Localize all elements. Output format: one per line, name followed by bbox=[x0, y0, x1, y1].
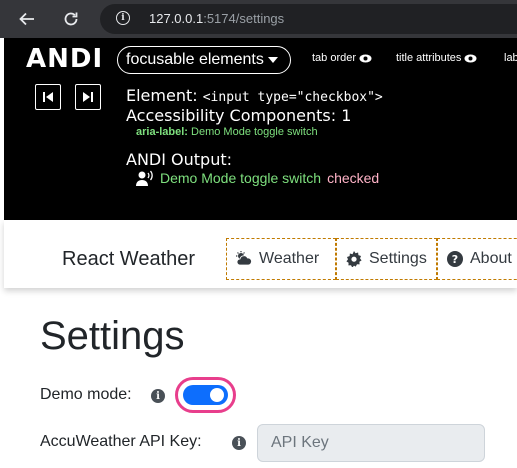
nav-settings-link[interactable]: Settings bbox=[336, 238, 437, 280]
eye-icon bbox=[464, 54, 477, 62]
back-arrow-icon[interactable] bbox=[13, 5, 41, 33]
caret-down-icon bbox=[267, 57, 278, 63]
eye-icon bbox=[359, 54, 372, 62]
skip-back-icon bbox=[43, 92, 53, 102]
nav-settings-label: Settings bbox=[369, 250, 427, 267]
module-select-label: focusable elements bbox=[126, 51, 264, 68]
title-attributes-label: title attributes bbox=[396, 52, 462, 64]
element-info: Element: <input type="checkbox"> bbox=[126, 86, 383, 105]
question-circle-icon: ? bbox=[447, 251, 463, 267]
title-attributes-toggle[interactable]: title attributes bbox=[396, 52, 477, 64]
app-brand[interactable]: React Weather bbox=[62, 248, 195, 271]
element-value: <input type="checkbox"> bbox=[202, 90, 383, 105]
skip-forward-icon bbox=[83, 92, 93, 102]
cloud-sun-icon bbox=[236, 251, 252, 266]
tab-order-toggle[interactable]: tab order bbox=[312, 52, 372, 64]
api-key-label: AccuWeather API Key: bbox=[40, 433, 202, 450]
page-title: Settings bbox=[40, 314, 185, 358]
next-element-button[interactable] bbox=[75, 84, 101, 110]
demo-mode-label: Demo mode: bbox=[40, 386, 132, 403]
aria-label-value: Demo Mode toggle switch bbox=[191, 126, 318, 138]
andi-panel: ANDI focusable elements tab order title … bbox=[4, 38, 517, 220]
toggle-knob bbox=[210, 388, 224, 402]
tab-order-label: tab order bbox=[312, 52, 357, 64]
gear-icon bbox=[346, 251, 362, 267]
element-label: Element: bbox=[126, 86, 198, 105]
toggle-track bbox=[183, 385, 228, 405]
info-icon[interactable]: i bbox=[151, 389, 165, 403]
labels-toggle-label: lab bbox=[504, 52, 517, 64]
url-text: 127.0.0.1:5174/settings bbox=[149, 11, 284, 26]
info-icon[interactable]: i bbox=[232, 436, 246, 450]
nav-weather-link[interactable]: Weather bbox=[226, 238, 336, 280]
nav-about-link[interactable]: ? About bbox=[437, 238, 517, 280]
andi-logo: ANDI bbox=[26, 44, 104, 74]
address-bar[interactable]: i 127.0.0.1:5174/settings bbox=[100, 4, 517, 34]
aria-label-key: aria-label: bbox=[136, 126, 188, 138]
andi-output: Demo Mode toggle switch checked bbox=[136, 170, 379, 186]
app-navbar: React Weather Weather Settings ? About bbox=[4, 220, 517, 288]
nav-about-label: About bbox=[470, 250, 512, 267]
reload-icon[interactable] bbox=[57, 5, 85, 33]
svg-text:?: ? bbox=[452, 253, 458, 266]
labels-toggle[interactable]: lab bbox=[504, 52, 517, 64]
api-key-input[interactable] bbox=[257, 424, 485, 462]
output-state: checked bbox=[327, 170, 380, 186]
browser-toolbar: i 127.0.0.1:5174/settings bbox=[0, 0, 517, 38]
url-path: :5174/settings bbox=[203, 11, 285, 26]
previous-element-button[interactable] bbox=[35, 84, 61, 110]
module-select[interactable]: focusable elements bbox=[117, 46, 291, 74]
speaker-person-icon bbox=[136, 170, 153, 186]
accessibility-components: Accessibility Components: 1 bbox=[126, 106, 352, 125]
nav-weather-label: Weather bbox=[259, 250, 320, 267]
site-info-icon[interactable]: i bbox=[116, 11, 130, 25]
output-name: Demo Mode toggle switch bbox=[160, 170, 322, 186]
andi-output-title: ANDI Output: bbox=[126, 150, 233, 169]
url-host: 127.0.0.1 bbox=[149, 11, 204, 26]
aria-label-row: aria-label: Demo Mode toggle switch bbox=[136, 126, 318, 138]
demo-mode-toggle[interactable] bbox=[175, 377, 236, 413]
